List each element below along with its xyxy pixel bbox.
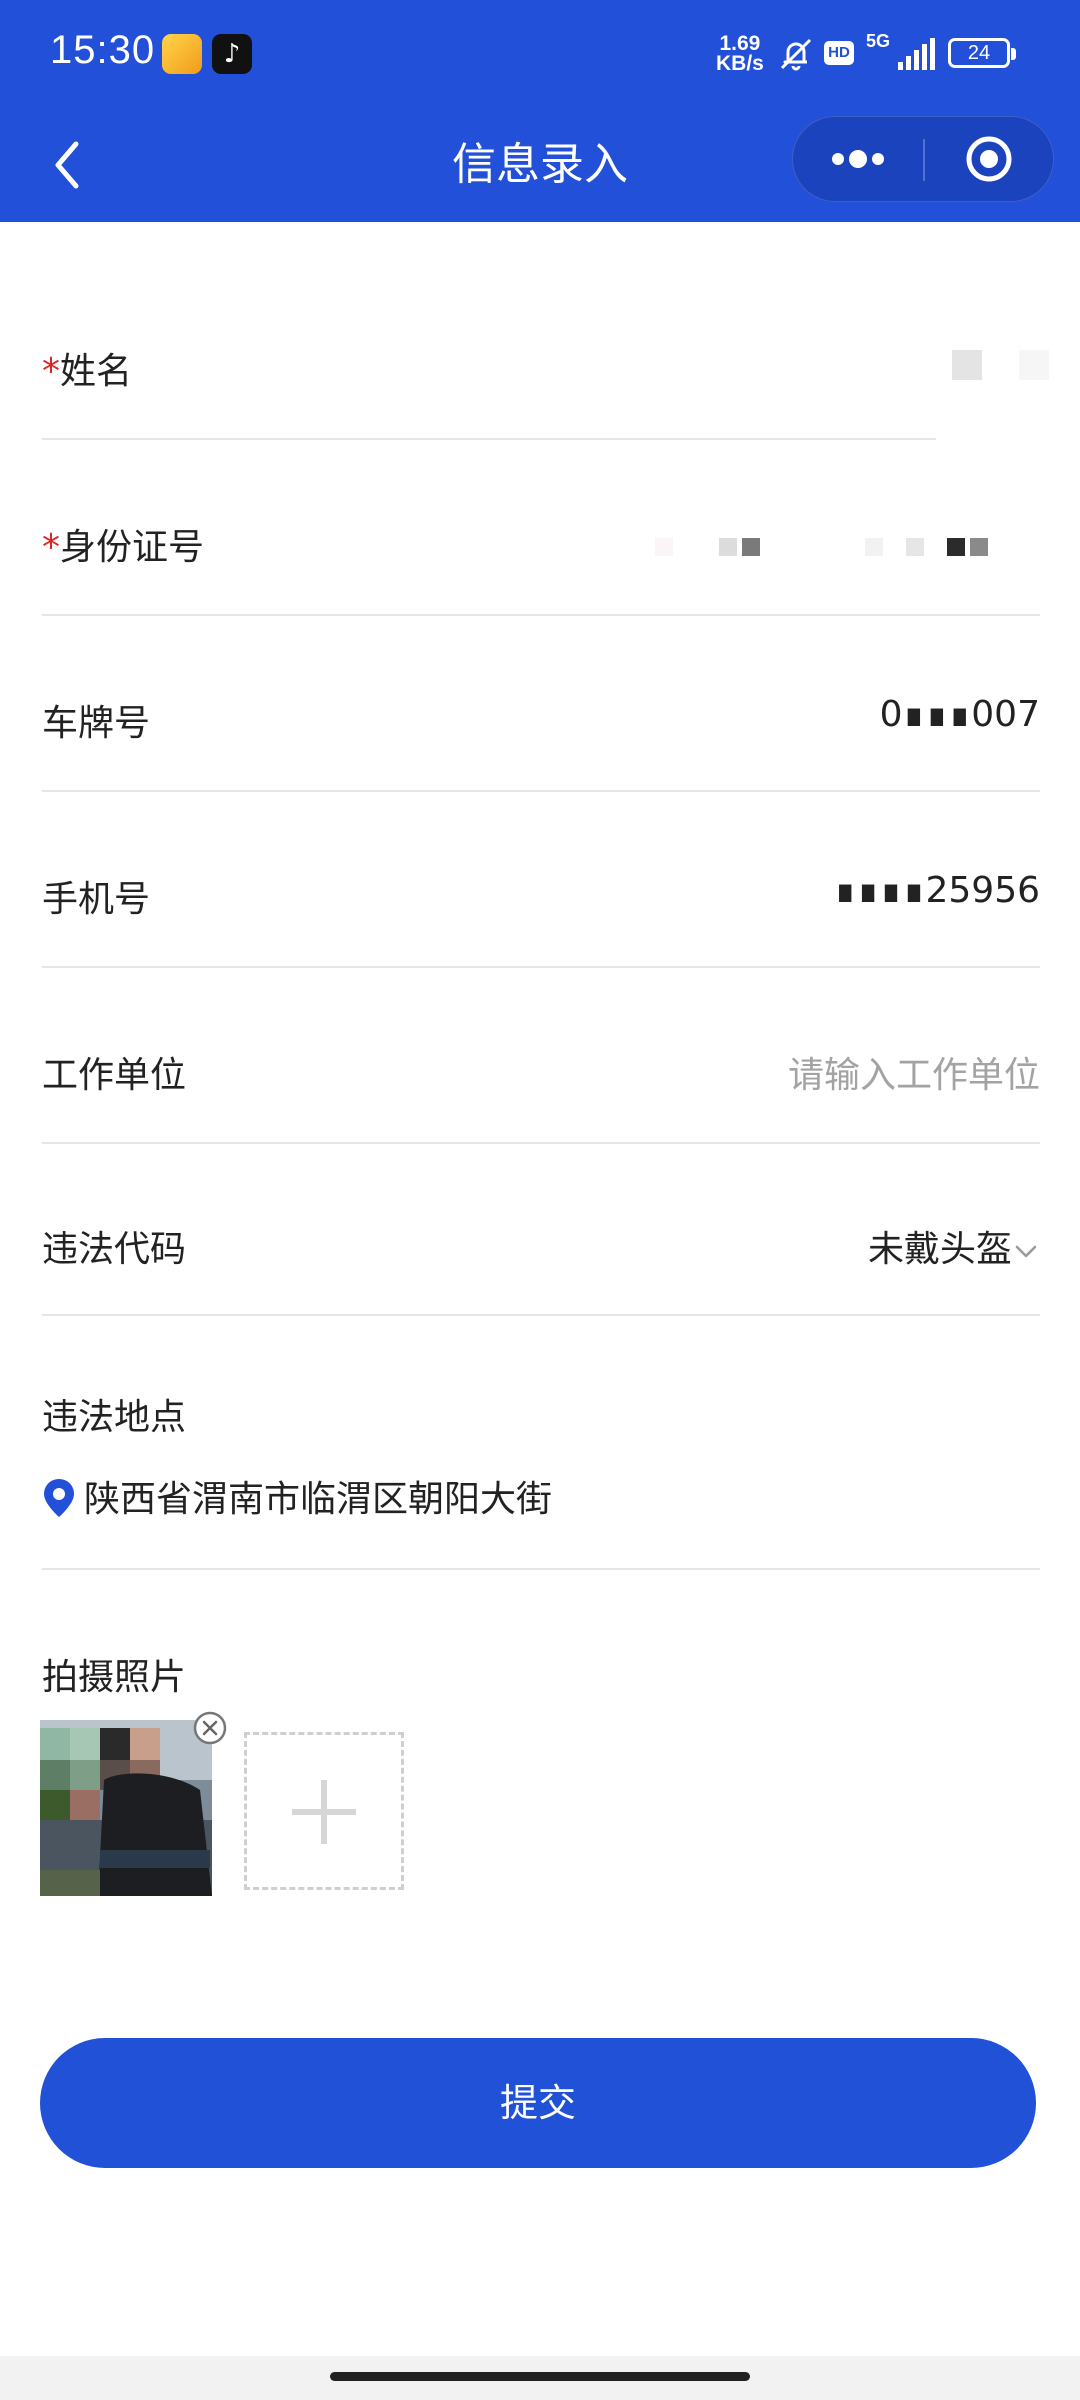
phone-value: ∎∎∎∎25956 — [833, 870, 1040, 911]
address-text: 陕西省渭南市临渭区朝阳大街 — [84, 1479, 553, 1520]
id-number-value-redacted — [655, 536, 988, 556]
back-button[interactable] — [36, 130, 106, 200]
phone-field-row[interactable]: 手机号 ∎∎∎∎25956 — [42, 828, 1040, 968]
plus-icon — [292, 1780, 356, 1844]
submit-button[interactable]: 提交 — [40, 2038, 1036, 2168]
photos-label: 拍摄照片 — [42, 1657, 187, 1698]
plate-field-label: 车牌号 — [42, 703, 151, 744]
mini-program-capsule — [792, 116, 1054, 202]
workplace-field-label: 工作单位 — [42, 1055, 187, 1096]
violation-code-select[interactable]: 未戴头盔 — [868, 1220, 1040, 1272]
id-number-label-text: 身份证号 — [60, 527, 205, 568]
violation-location-row: 违法地点 — [42, 1352, 1040, 1570]
photo-image — [40, 1720, 212, 1896]
network-type-label: 5G — [866, 31, 891, 51]
plate-field-row[interactable]: 车牌号 0∎∎∎007 — [42, 652, 1040, 792]
hd-badge: HD — [824, 41, 854, 65]
bell-off-icon — [780, 38, 812, 71]
tiktok-icon: ♪ — [212, 34, 252, 74]
location-pin-icon — [44, 1479, 74, 1517]
id-number-field-row[interactable]: *身份证号 — [42, 476, 1040, 616]
home-indicator[interactable] — [330, 2372, 750, 2381]
uploaded-photo-thumbnail[interactable] — [40, 1720, 212, 1896]
mosaic-block — [1019, 350, 1050, 380]
violation-location-address[interactable]: 陕西省渭南市临渭区朝阳大街 — [42, 1470, 552, 1522]
workplace-field-row[interactable]: 工作单位 请输入工作单位 — [42, 1004, 1040, 1144]
workplace-input[interactable]: 请输入工作单位 — [788, 1046, 1040, 1098]
required-mark: * — [42, 351, 60, 392]
add-photo-button[interactable] — [244, 1732, 404, 1890]
name-field-row[interactable]: *姓名 — [42, 300, 936, 440]
status-time: 15:30 — [50, 28, 156, 72]
target-circle-icon[interactable] — [925, 117, 1053, 201]
network-speed-value: 1.69 — [719, 32, 761, 55]
violation-code-row[interactable]: 违法代码 未戴头盔 — [42, 1180, 1040, 1316]
chevron-down-icon — [1015, 1245, 1037, 1258]
mosaic-block — [718, 537, 737, 556]
network-speed: 1.69 KB/s — [716, 32, 764, 75]
mosaic-block — [905, 537, 924, 556]
battery-icon: 24 — [948, 38, 1016, 68]
plate-value: 0∎∎∎007 — [879, 694, 1040, 735]
violation-location-label: 违法地点 — [42, 1397, 187, 1438]
more-dots-icon[interactable] — [793, 117, 923, 201]
required-mark: * — [42, 527, 60, 568]
mosaic-block — [655, 537, 674, 556]
phone-field-label: 手机号 — [42, 879, 151, 920]
id-number-field-label: *身份证号 — [42, 518, 204, 570]
notes-app-icon — [162, 34, 202, 74]
status-bar: 15:30 ♪ 1.69 KB/s HD 5G 24 — [0, 0, 1080, 108]
page-title: 信息录入 — [452, 139, 628, 190]
signal-bars-icon — [898, 38, 935, 70]
mosaic-block — [741, 537, 760, 556]
mosaic-block — [946, 537, 965, 556]
mosaic-block — [970, 537, 988, 556]
remove-photo-icon[interactable] — [192, 1710, 228, 1746]
name-value-redacted — [952, 350, 1050, 380]
navigation-bar: 信息录入 — [0, 108, 1080, 222]
violation-code-label: 违法代码 — [42, 1229, 187, 1270]
violation-code-selected: 未戴头盔 — [867, 1229, 1012, 1270]
network-speed-unit: KB/s — [716, 52, 764, 75]
mosaic-block — [952, 350, 982, 380]
name-label-text: 姓名 — [60, 351, 133, 392]
name-field-label: *姓名 — [42, 342, 132, 394]
mosaic-block — [864, 537, 883, 556]
